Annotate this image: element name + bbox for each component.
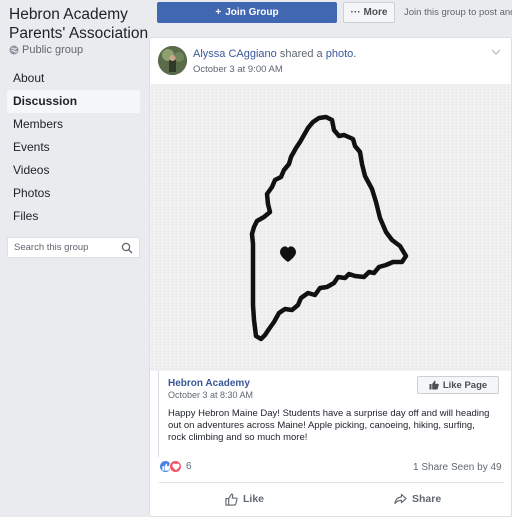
post-card: Alyssa CAggiano shared a photo. October … — [149, 37, 512, 517]
nav-files[interactable]: Files — [7, 205, 140, 228]
nav-photos[interactable]: Photos — [7, 182, 140, 205]
more-button[interactable]: ··· More — [343, 2, 395, 23]
nav-members[interactable]: Members — [7, 113, 140, 136]
photo-link[interactable]: photo. — [326, 48, 357, 60]
shared-post-text: Happy Hebron Maine Day! Students have a … — [168, 408, 490, 443]
share-arrow-icon — [394, 493, 407, 505]
post-photo[interactable] — [150, 84, 511, 371]
group-privacy: Public group — [9, 44, 83, 56]
group-search-input[interactable] — [14, 242, 114, 253]
join-group-button[interactable]: + Join Group — [157, 2, 337, 23]
post-header: Alyssa CAggiano shared a photo. — [193, 48, 356, 60]
nav-events[interactable]: Events — [7, 136, 140, 159]
poster-avatar[interactable] — [158, 46, 187, 75]
like-button[interactable]: Like — [225, 489, 264, 509]
shared-post: Hebron Academy October 3 at 8:30 AM Like… — [158, 371, 504, 457]
nav-about[interactable]: About — [7, 67, 140, 90]
like-page-button[interactable]: Like Page — [417, 376, 499, 394]
poster-name[interactable]: Alyssa CAggiano — [193, 48, 277, 60]
join-prompt: Join this group to post and — [404, 7, 512, 18]
more-label: More — [363, 7, 388, 18]
group-name[interactable]: Hebron Academy Parents' Association — [9, 5, 149, 43]
reactions-summary[interactable]: 6 — [159, 460, 192, 473]
heart-reaction-icon — [169, 460, 182, 473]
share-button[interactable]: Share — [394, 489, 441, 509]
reaction-count: 6 — [186, 461, 192, 472]
post-action: shared a — [279, 48, 323, 60]
group-type-label: Public group — [22, 44, 84, 56]
group-search[interactable] — [7, 237, 140, 258]
group-sidebar: Hebron Academy Parents' Association Publ… — [0, 0, 148, 517]
share-count[interactable]: 1 Share — [413, 462, 448, 473]
nav-discussion[interactable]: Discussion — [7, 90, 140, 113]
maine-outline-image — [249, 114, 409, 342]
globe-icon — [9, 45, 19, 55]
join-group-label: Join Group — [225, 7, 279, 18]
actions-divider — [159, 482, 504, 483]
post-timestamp[interactable]: October 3 at 9:00 AM — [193, 64, 283, 75]
share-label: Share — [412, 493, 442, 505]
seen-count[interactable]: Seen by 49 — [451, 462, 502, 473]
like-label: Like — [243, 493, 265, 505]
shared-timestamp[interactable]: October 3 at 8:30 AM — [168, 390, 253, 400]
group-nav: About Discussion Members Events Videos P… — [7, 67, 140, 228]
plus-icon: + — [215, 7, 222, 18]
avatar-photo — [158, 46, 187, 75]
chevron-down-icon[interactable] — [491, 48, 501, 56]
ellipsis-icon: ··· — [350, 7, 361, 18]
thumbs-up-outline-icon — [225, 493, 238, 506]
nav-videos[interactable]: Videos — [7, 159, 140, 182]
like-page-label: Like Page — [442, 379, 488, 391]
search-icon[interactable] — [121, 242, 133, 254]
thumbs-up-icon — [429, 380, 439, 390]
page-name[interactable]: Hebron Academy — [168, 378, 250, 389]
